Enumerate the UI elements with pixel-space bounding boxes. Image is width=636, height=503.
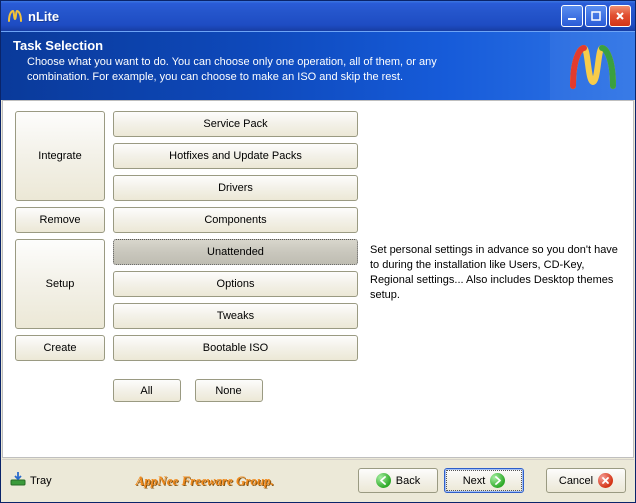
category-remove[interactable]: Remove — [15, 207, 105, 233]
task-drivers[interactable]: Drivers — [113, 175, 358, 201]
minimize-button[interactable] — [561, 5, 583, 27]
task-tweaks[interactable]: Tweaks — [113, 303, 358, 329]
task-drivers-label: Drivers — [218, 182, 253, 194]
wizard-header: Task Selection Choose what you want to d… — [1, 31, 635, 100]
category-setup-label: Setup — [46, 278, 75, 290]
tray-icon — [10, 471, 26, 490]
titlebar: nLite — [1, 1, 635, 31]
none-button-label: None — [215, 385, 241, 397]
task-unattended-label: Unattended — [207, 246, 264, 258]
none-button[interactable]: None — [195, 379, 263, 402]
task-options[interactable]: Options — [113, 271, 358, 297]
task-bootable-iso-label: Bootable ISO — [203, 342, 268, 354]
arrow-right-icon — [490, 473, 505, 488]
maximize-button[interactable] — [585, 5, 607, 27]
tray-button[interactable]: Tray — [10, 471, 52, 490]
task-service-pack-label: Service Pack — [203, 118, 267, 130]
category-setup[interactable]: Setup — [15, 239, 105, 329]
task-service-pack[interactable]: Service Pack — [113, 111, 358, 137]
task-bootable-iso[interactable]: Bootable ISO — [113, 335, 358, 361]
category-remove-label: Remove — [40, 214, 81, 226]
back-button-label: Back — [396, 475, 420, 487]
task-hotfixes-label: Hotfixes and Update Packs — [169, 150, 302, 162]
tray-label: Tray — [30, 475, 52, 487]
category-create-label: Create — [43, 342, 76, 354]
task-description: Set personal settings in advance so you … — [370, 243, 619, 302]
page-title: Task Selection — [13, 38, 550, 53]
task-options-label: Options — [217, 278, 255, 290]
next-button-label: Next — [463, 475, 486, 487]
task-components-label: Components — [204, 214, 266, 226]
cancel-button-label: Cancel — [559, 475, 593, 487]
body-panel: Integrate Remove Setup Create Service Pa… — [2, 100, 634, 458]
task-unattended[interactable]: Unattended — [113, 239, 358, 265]
task-tweaks-label: Tweaks — [217, 310, 254, 322]
category-integrate-label: Integrate — [38, 150, 81, 162]
window-controls — [561, 5, 631, 27]
category-integrate[interactable]: Integrate — [15, 111, 105, 201]
app-icon — [7, 8, 23, 24]
next-button[interactable]: Next — [444, 468, 524, 493]
header-logo — [550, 32, 635, 100]
category-create[interactable]: Create — [15, 335, 105, 361]
page-subtitle: Choose what you want to do. You can choo… — [13, 55, 443, 84]
all-button-label: All — [140, 385, 152, 397]
task-components[interactable]: Components — [113, 207, 358, 233]
arrow-left-icon — [376, 473, 391, 488]
task-hotfixes[interactable]: Hotfixes and Update Packs — [113, 143, 358, 169]
back-button[interactable]: Back — [358, 468, 438, 493]
close-button[interactable] — [609, 5, 631, 27]
window-title: nLite — [28, 9, 561, 24]
close-icon — [598, 473, 613, 488]
footer: Tray AppNee Freeware Group. Back Next Ca… — [2, 459, 634, 501]
all-button[interactable]: All — [113, 379, 181, 402]
watermark: AppNee Freeware Group. — [52, 473, 358, 489]
cancel-button[interactable]: Cancel — [546, 468, 626, 493]
